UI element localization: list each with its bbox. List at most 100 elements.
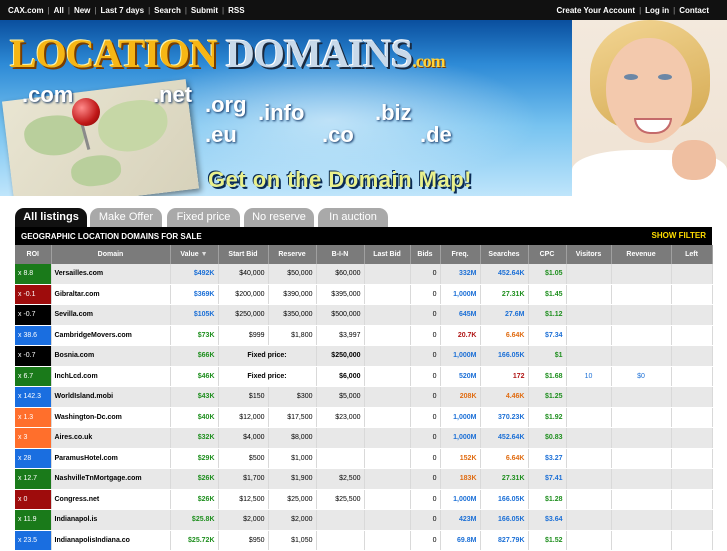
nav-link-last-7-days[interactable]: Last 7 days — [100, 6, 144, 15]
domain-link[interactable]: Gibraltar.com — [51, 284, 171, 305]
col-domain[interactable]: Domain — [51, 245, 171, 264]
col-value[interactable]: Value ▼ — [170, 245, 219, 264]
revenue-value — [611, 427, 672, 449]
table-row[interactable]: x 3 Aires.co.uk $32K $4,000 $8,000 0 1,000M 452… — [15, 427, 713, 449]
col-bids[interactable]: Bids — [410, 245, 441, 264]
tab-no-reserve[interactable]: No reserve — [244, 208, 314, 227]
start-bid: $500 — [218, 448, 269, 469]
last-bid — [364, 530, 411, 551]
searches-value: 827.79K — [480, 530, 529, 551]
domain-link[interactable]: ParamusHotel.com — [51, 448, 171, 469]
table-row[interactable]: x 1.3 Washington-Dc.com $40K $12,000 $17,500… — [15, 407, 713, 428]
bids-count: 0 — [410, 509, 441, 531]
col-start-bid[interactable]: Start Bid — [218, 245, 269, 264]
freq-value: 20.7K — [440, 325, 481, 346]
reserve-price: $390,000 — [268, 284, 317, 305]
reserve-price: $50,000 — [268, 264, 317, 285]
domain-value: $369K — [170, 284, 219, 305]
table-header-row: ROI Domain Value ▼ Start Bid Reserve B-I-… — [15, 245, 713, 264]
start-bid: $4,000 — [218, 427, 269, 449]
cpc-value: $1 — [528, 345, 567, 367]
col-freq[interactable]: Freq. — [440, 245, 481, 264]
col-last-bid[interactable]: Last Bid — [364, 245, 411, 264]
tld-de: .de — [420, 122, 452, 147]
col-visitors[interactable]: Visitors — [566, 245, 612, 264]
roi-badge: x 23.5 — [15, 530, 52, 551]
table-row[interactable]: x -0.7 Sevilla.com $105K $250,000 $350,000 $5… — [15, 304, 713, 326]
col-searches[interactable]: Searches — [480, 245, 529, 264]
roi-badge: x 38.6 — [15, 325, 52, 346]
col-revenue[interactable]: Revenue — [611, 245, 672, 264]
brand-link[interactable]: CAX.com — [8, 6, 44, 15]
domain-link[interactable]: InchLcd.com — [51, 366, 171, 387]
table-row[interactable]: x 11.9 Indianapol.is $25.8K $2,000 $2,000 0 42… — [15, 509, 713, 531]
start-bid: $950 — [218, 530, 269, 551]
searches-value: 27.6M — [480, 304, 529, 326]
bin-price: $2,500 — [316, 468, 365, 490]
visitors-value — [566, 325, 612, 346]
top-nav-left: CAX.com | All | New | Last 7 days | Search | Submi… — [8, 6, 245, 15]
show-filter-button[interactable]: SHOW FILTER — [651, 231, 706, 240]
table-row[interactable]: x 12.7 NashvilleTnMortgage.com $26K $1,700 $… — [15, 468, 713, 490]
bin-price — [316, 509, 365, 531]
cpc-value: $0.83 — [528, 427, 567, 449]
tab-make-offer[interactable]: Make Offer — [90, 208, 162, 227]
domain-link[interactable]: CambridgeMovers.com — [51, 325, 171, 346]
domain-link[interactable]: Washington-Dc.com — [51, 407, 171, 428]
create-account-link[interactable]: Create Your Account — [557, 6, 636, 15]
col-reserve[interactable]: Reserve — [268, 245, 317, 264]
roi-badge: x 0 — [15, 489, 52, 510]
domain-link[interactable]: Indianapol.is — [51, 509, 171, 531]
domain-link[interactable]: Aires.co.uk — [51, 427, 171, 449]
top-nav-right: Create Your Account | Log in | Contact — [556, 6, 709, 15]
domain-link[interactable]: Versailles.com — [51, 264, 171, 285]
table-row[interactable]: x -0.7 Bosnia.com $66K Fixed price: $250,000… — [15, 345, 713, 367]
visitors-value — [566, 264, 612, 285]
col-cpc[interactable]: CPC — [528, 245, 567, 264]
last-bid — [364, 325, 411, 346]
col-roi[interactable]: ROI — [15, 245, 52, 264]
start-bid: $12,500 — [218, 489, 269, 510]
nav-link-search[interactable]: Search — [154, 6, 181, 15]
table-row[interactable]: x 23.5 IndianapolisIndiana.co $25.72K $950 $… — [15, 530, 713, 551]
cpc-value: $1.52 — [528, 530, 567, 551]
domain-link[interactable]: Congress.net — [51, 489, 171, 510]
tab-in-auction[interactable]: In auction — [318, 208, 388, 227]
table-row[interactable]: x 28 ParamusHotel.com $29K $500 $1,000 0 152K 6… — [15, 448, 713, 469]
revenue-value — [611, 407, 672, 428]
nav-link-new[interactable]: New — [74, 6, 90, 15]
domain-link[interactable]: WorldIsland.mobi — [51, 386, 171, 408]
freq-value: 1,000M — [440, 427, 481, 449]
tab-all-listings[interactable]: All listings — [15, 208, 87, 228]
domain-link[interactable]: NashvilleTnMortgage.com — [51, 468, 171, 490]
col-left[interactable]: Left — [671, 245, 713, 264]
bids-count: 0 — [410, 468, 441, 490]
table-row[interactable]: x 0 Congress.net $26K $12,500 $25,000 $25,500… — [15, 489, 713, 510]
nav-link-rss[interactable]: RSS — [228, 6, 244, 15]
time-left — [671, 509, 713, 531]
reserve-price: $350,000 — [268, 304, 317, 326]
table-row[interactable]: x 38.6 CambridgeMovers.com $73K $999 $1,800 $… — [15, 325, 713, 346]
nav-link-all[interactable]: All — [54, 6, 64, 15]
table-row[interactable]: x -0.1 Gibraltar.com $369K $200,000 $390,000… — [15, 284, 713, 305]
logo-word-location: LOCATION — [10, 31, 218, 76]
visitors-value — [566, 509, 612, 531]
table-row[interactable]: x 8.8 Versailles.com $492K $40,000 $50,000 $6… — [15, 264, 713, 285]
sort-down-icon: ▼ — [200, 251, 208, 258]
time-left — [671, 530, 713, 551]
nav-link-submit[interactable]: Submit — [191, 6, 218, 15]
contact-link[interactable]: Contact — [679, 6, 709, 15]
last-bid — [364, 468, 411, 490]
searches-value: 452.64K — [480, 264, 529, 285]
login-link[interactable]: Log in — [645, 6, 669, 15]
domain-link[interactable]: IndianapolisIndiana.co — [51, 530, 171, 551]
tab-fixed-price[interactable]: Fixed price — [167, 208, 240, 227]
col-bin[interactable]: B-I-N — [316, 245, 365, 264]
domain-link[interactable]: Bosnia.com — [51, 345, 171, 367]
table-row[interactable]: x 142.3 WorldIsland.mobi $43K $150 $300 $5,00… — [15, 386, 713, 408]
domain-link[interactable]: Sevilla.com — [51, 304, 171, 326]
last-bid — [364, 366, 411, 387]
top-navbar: CAX.com | All | New | Last 7 days | Search | Submi… — [0, 0, 727, 20]
table-row[interactable]: x 6.7 InchLcd.com $46K Fixed price: $6,000 0 5… — [15, 366, 713, 387]
revenue-value — [611, 468, 672, 490]
